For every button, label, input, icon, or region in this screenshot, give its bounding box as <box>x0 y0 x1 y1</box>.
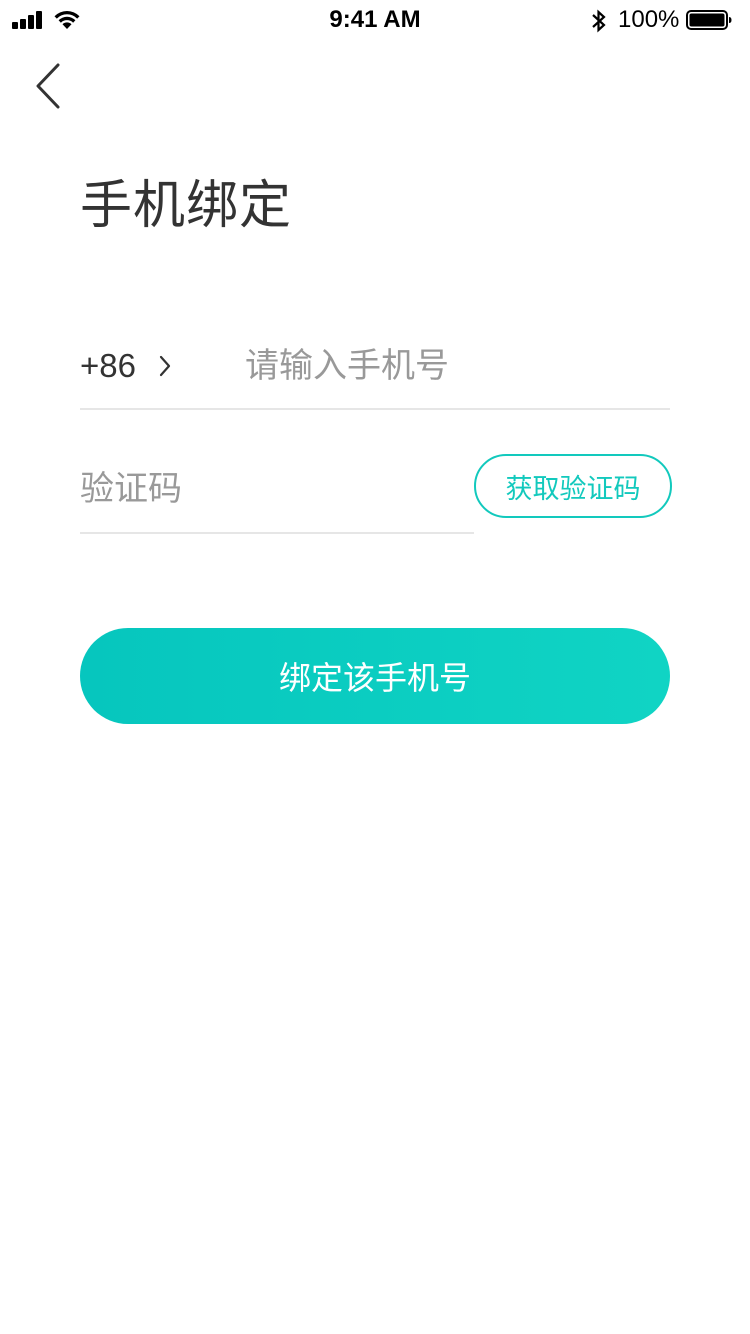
phone-number-input[interactable] <box>245 338 665 394</box>
chevron-left-icon <box>36 63 60 109</box>
chevron-right-icon <box>159 355 171 377</box>
battery-percent: 100% <box>618 6 680 33</box>
country-code-selector[interactable]: +86 <box>80 344 172 388</box>
status-bar: 9:41 AM 100% <box>0 0 750 40</box>
bluetooth-icon <box>592 9 606 33</box>
page-title: 手机绑定 <box>80 176 293 236</box>
phone-number-row: +86 <box>80 330 670 410</box>
country-code-label: +86 <box>80 347 136 384</box>
verification-code-input[interactable] <box>80 461 460 517</box>
get-code-button[interactable]: 获取验证码 <box>474 454 672 518</box>
battery-icon <box>686 10 732 30</box>
verification-code-row <box>80 455 474 534</box>
back-button[interactable] <box>28 58 72 114</box>
bind-phone-button[interactable]: 绑定该手机号 <box>80 628 670 724</box>
